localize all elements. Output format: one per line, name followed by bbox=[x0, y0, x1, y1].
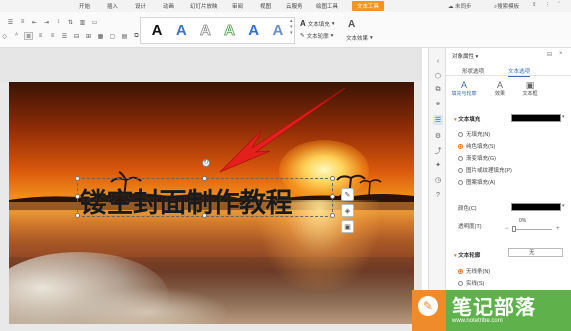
fill-color-dropdown-icon[interactable]: ▾ bbox=[562, 114, 565, 120]
radio-selected-icon bbox=[458, 268, 463, 274]
subtab-effects-label: 效果 bbox=[494, 91, 505, 97]
radio-selected-icon bbox=[458, 143, 463, 149]
radio-icon bbox=[458, 167, 463, 173]
fill-option-picture[interactable]: 图片或纹理填充(P) bbox=[458, 166, 512, 174]
settings-icon[interactable]: ⚙ bbox=[433, 131, 443, 141]
copy-icon[interactable]: ⧉ bbox=[433, 85, 443, 95]
color-dropdown-icon[interactable]: ▾ bbox=[562, 203, 565, 209]
object-properties-panel: 对象属性 ▾ ⊟ × 形状选项 文本选项 A 填充与轮廓 A 效果 ▣ 文本框 … bbox=[446, 48, 571, 331]
outline-option-none[interactable]: 无线条(N) bbox=[458, 267, 490, 275]
fill-option-picture-label: 图片或纹理填充(P) bbox=[466, 168, 512, 174]
fill-option-none-label: 无填充(N) bbox=[466, 132, 491, 138]
fill-option-pattern[interactable]: 图案填充(A) bbox=[458, 178, 495, 186]
outline-select[interactable]: 无 bbox=[508, 248, 563, 257]
fill-option-gradient[interactable]: 渐变填充(G) bbox=[458, 154, 496, 162]
tab-text-options[interactable]: 文本选项 bbox=[508, 67, 531, 77]
panel-tab-bar: 形状选项 文本选项 bbox=[446, 64, 571, 77]
collapse-panel-icon[interactable]: ‹ bbox=[433, 56, 443, 66]
properties-icon[interactable]: ☰ bbox=[433, 115, 443, 125]
subtab-effects[interactable]: A 效果 bbox=[486, 80, 514, 97]
watermark-faint-text: 教程网 bbox=[516, 270, 553, 284]
fill-option-none[interactable]: 无填充(N) bbox=[458, 130, 490, 138]
transparency-label: 透明度(T) bbox=[458, 224, 482, 230]
outline-option-solid[interactable]: 实线(S) bbox=[458, 279, 484, 287]
radio-icon bbox=[458, 179, 463, 185]
radio-icon bbox=[458, 280, 463, 286]
text-outline-section[interactable]: 文本轮廓 bbox=[454, 251, 480, 259]
effects-icon: A bbox=[496, 80, 503, 90]
text-fill-section[interactable]: 文本填充 bbox=[454, 115, 480, 123]
panel-title-text: 对象属性 bbox=[452, 54, 475, 60]
transparency-increase-icon[interactable]: + bbox=[556, 226, 560, 232]
panel-pin-icon[interactable]: ⊟ bbox=[547, 51, 552, 58]
panel-title: 对象属性 ▾ bbox=[452, 54, 479, 60]
side-icon-strip: ‹ ⬡ ⧉ ⚭ ☰ ⚙ ⤴ ✦ ◷ ? bbox=[428, 48, 446, 331]
fill-option-solid-label: 纯色填充(S) bbox=[466, 144, 496, 150]
fill-option-solid[interactable]: 纯色填充(S) bbox=[458, 142, 495, 150]
history-icon[interactable]: ◷ bbox=[433, 175, 443, 185]
watermark-url: www.notetribe.com bbox=[452, 318, 503, 324]
animation-icon[interactable]: ✦ bbox=[433, 160, 443, 170]
fill-option-gradient-label: 渐变填充(G) bbox=[466, 156, 496, 162]
help-icon[interactable]: ? bbox=[433, 190, 443, 200]
outline-option-none-label: 无线条(N) bbox=[466, 269, 491, 275]
share-panel-icon[interactable]: ⤴ bbox=[433, 146, 443, 156]
subtab-textbox-label: 文本框 bbox=[522, 91, 538, 97]
text-fill-color-swatch[interactable] bbox=[511, 114, 561, 122]
subtab-fill-outline-label: 填充与轮廓 bbox=[451, 91, 477, 97]
color-label: 颜色(C) bbox=[458, 206, 477, 212]
watermark-pen-icon: ✎ bbox=[418, 296, 438, 316]
tab-shape-options[interactable]: 形状选项 bbox=[462, 67, 484, 75]
fill-option-pattern-label: 图案填充(A) bbox=[466, 180, 496, 186]
transparency-decrease-icon[interactable]: − bbox=[505, 226, 509, 232]
watermark-title: 笔记部落 bbox=[452, 295, 536, 319]
transparency-value: 0% bbox=[519, 218, 527, 224]
transparency-slider-knob[interactable] bbox=[512, 226, 516, 232]
radio-icon bbox=[458, 131, 463, 137]
fill-outline-icon: A bbox=[460, 80, 467, 90]
subtab-textbox[interactable]: ▣ 文本框 bbox=[516, 80, 544, 97]
panel-close-icon[interactable]: × bbox=[559, 51, 563, 57]
radio-icon bbox=[458, 155, 463, 161]
shape-icon[interactable]: ⬡ bbox=[433, 71, 443, 81]
color-swatch[interactable] bbox=[511, 203, 561, 211]
textbox-icon: ▣ bbox=[525, 80, 535, 90]
link-icon[interactable]: ⚭ bbox=[433, 99, 443, 109]
transparency-slider-track[interactable] bbox=[512, 229, 552, 230]
subtab-fill-outline[interactable]: A 填充与轮廓 bbox=[450, 80, 478, 97]
outline-option-solid-label: 实线(S) bbox=[466, 281, 485, 287]
